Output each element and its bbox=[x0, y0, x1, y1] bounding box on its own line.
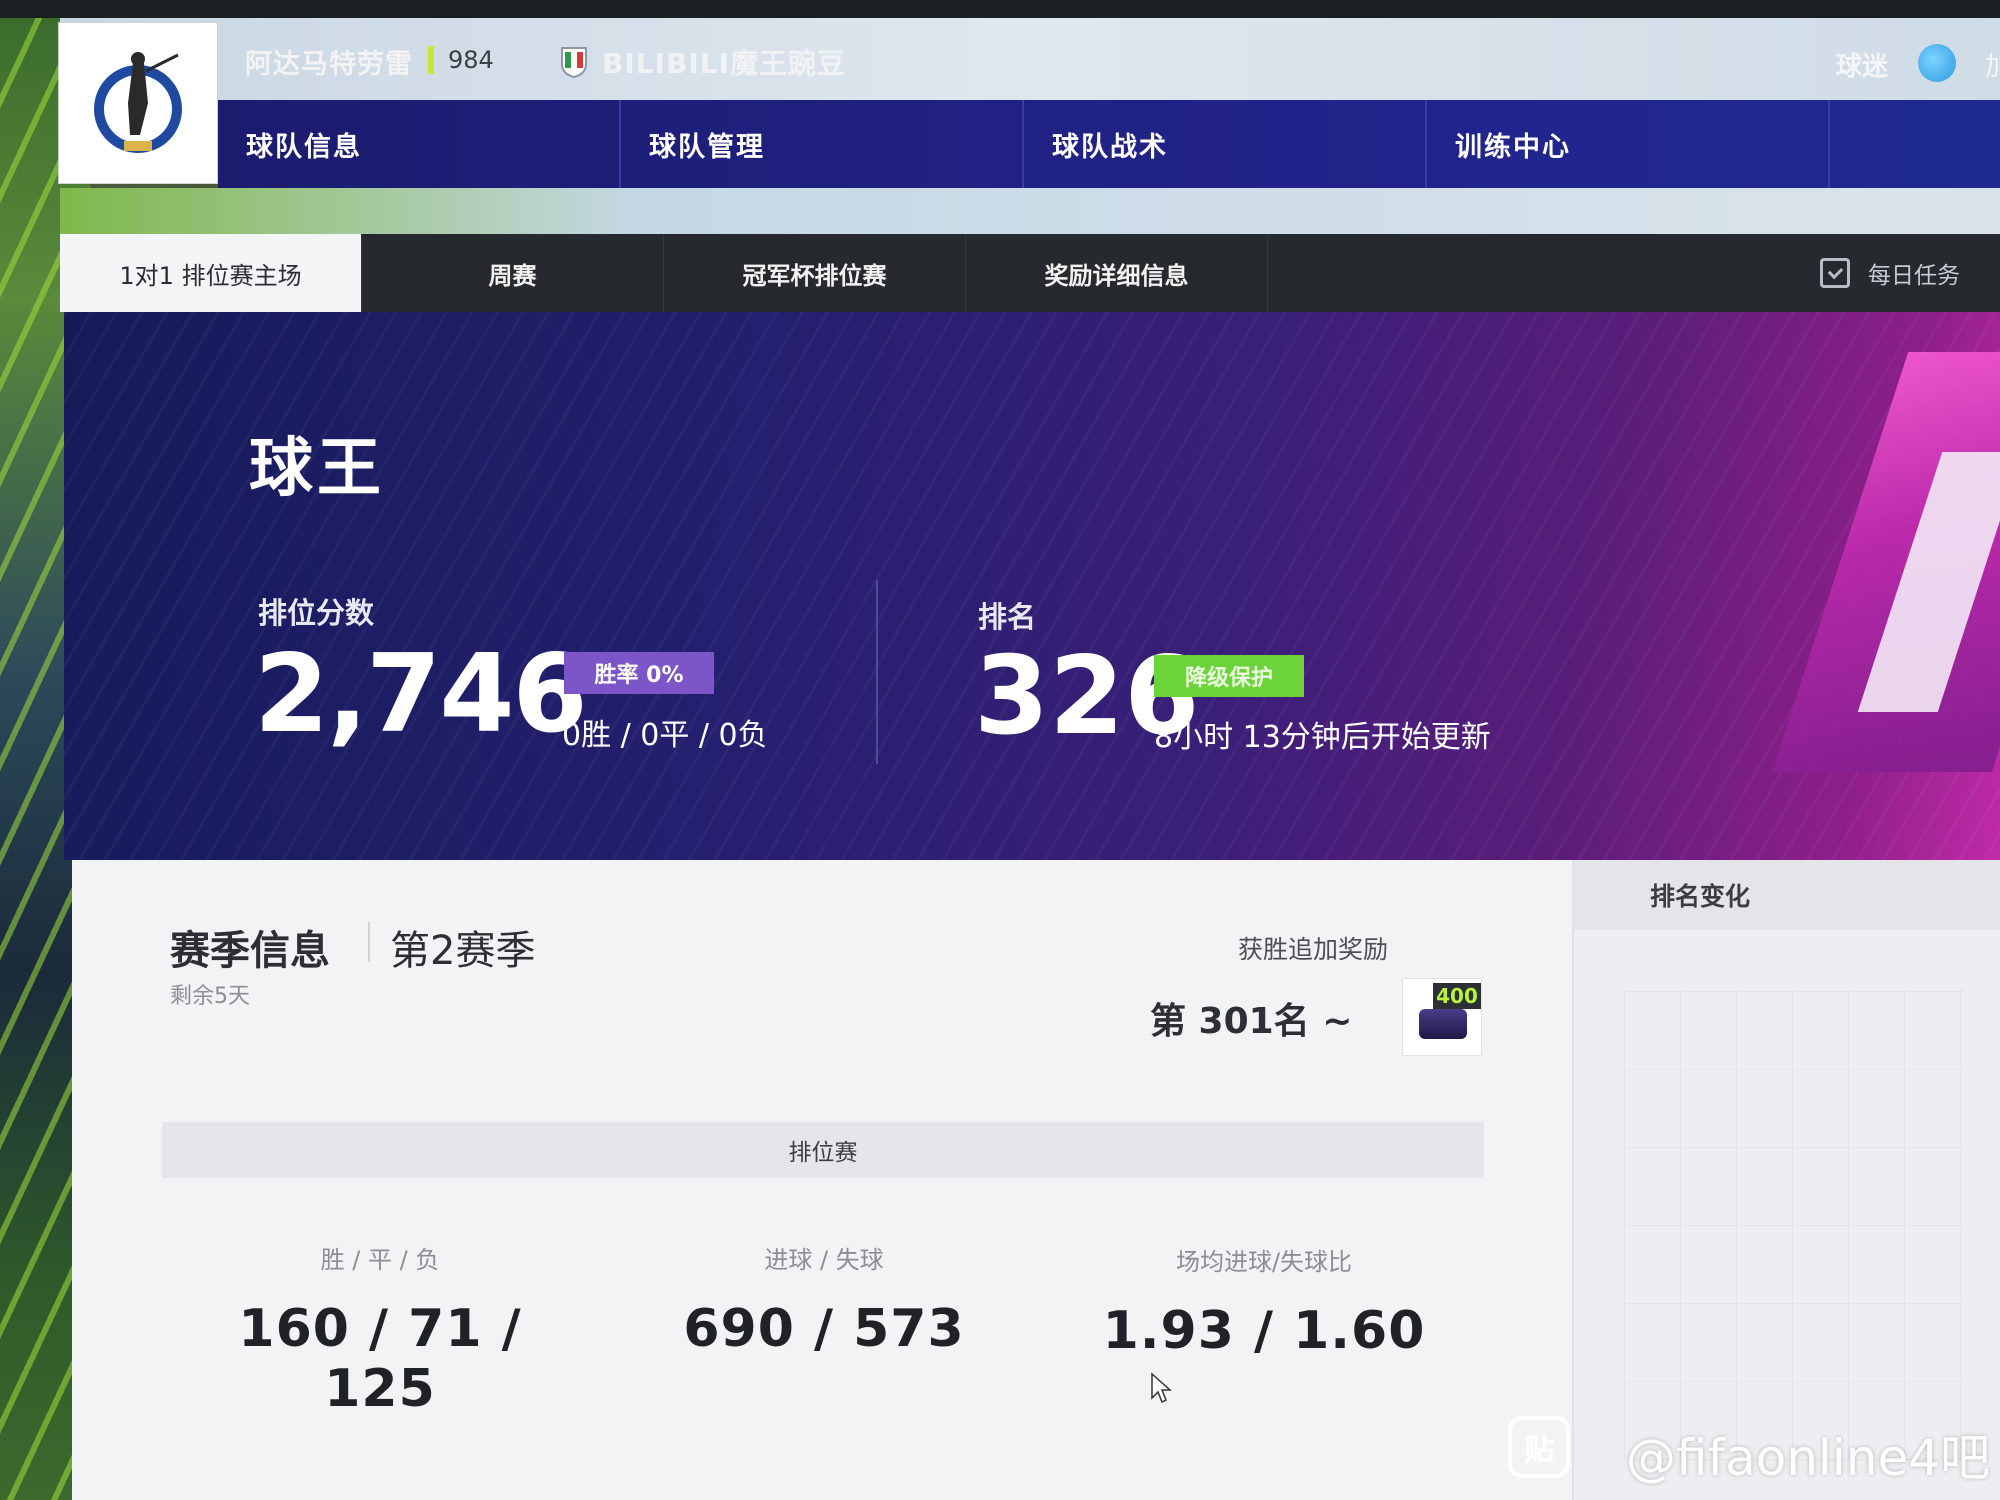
coin-icon bbox=[1419, 1009, 1467, 1039]
ranking-score-value: 2,746 bbox=[254, 632, 588, 757]
stat-win-draw-loss: 胜 / 平 / 负 160 / 71 / 125 bbox=[200, 1240, 560, 1419]
fans-label[interactable]: 球迷 bbox=[1836, 46, 1888, 83]
win-bonus-rank: 第 301名 ~ bbox=[1150, 1001, 1353, 1042]
daily-task-label: 每日任务 bbox=[1868, 263, 1960, 289]
season-record: 0胜 / 0平 / 0负 bbox=[562, 718, 768, 753]
relegation-protection-badge: 降级保护 bbox=[1154, 655, 1304, 697]
player-level: 984 bbox=[448, 46, 494, 74]
level-accent-bar bbox=[428, 46, 434, 74]
season-name: 第2赛季 bbox=[390, 928, 536, 974]
stat-label: 进球 / 失球 bbox=[764, 1246, 884, 1274]
rank-label: 排名 bbox=[978, 600, 1037, 634]
calendar-check-icon bbox=[1820, 258, 1850, 288]
stat-value: 160 / 71 / 125 bbox=[238, 1299, 522, 1419]
nav-training-center[interactable]: 训练中心 bbox=[1427, 100, 1830, 188]
tier-title: 球王 bbox=[249, 432, 385, 506]
daily-task-button[interactable]: 每日任务 bbox=[1820, 234, 1960, 312]
club-crest[interactable] bbox=[58, 22, 218, 184]
season-remaining-days: 剩余5天 bbox=[170, 984, 250, 1009]
main-nav: 球队信息 球队管理 球队战术 训练中心 bbox=[218, 100, 2000, 188]
stat-label: 胜 / 平 / 负 bbox=[320, 1246, 440, 1274]
team-name: BILIBILI魔王豌豆 bbox=[602, 47, 847, 80]
season-title-separator bbox=[368, 922, 370, 962]
nav-team-management[interactable]: 球队管理 bbox=[621, 100, 1024, 188]
stat-value: 1.93 / 1.60 bbox=[1102, 1301, 1426, 1361]
bonus-reward-icon[interactable]: 400 bbox=[1402, 978, 1482, 1056]
nav-team-info[interactable]: 球队信息 bbox=[218, 100, 621, 188]
fans-extra: 加 bbox=[1985, 52, 2000, 82]
watermark-text: @fifaonline4吧 bbox=[1626, 1429, 1991, 1487]
tab-reward-details[interactable]: 奖励详细信息 bbox=[966, 234, 1268, 312]
tab-weekly[interactable]: 周赛 bbox=[362, 234, 664, 312]
fans-smiley-icon[interactable] bbox=[1918, 44, 1956, 82]
win-bonus-label: 获胜追加奖励 bbox=[1238, 935, 1389, 964]
rank-hero-banner: 球王 排位分数 2,746 胜率 0% 0胜 / 0平 / 0负 排名 326 … bbox=[64, 312, 2000, 860]
hero-divider bbox=[876, 580, 878, 764]
rank-change-chart-grid bbox=[1624, 990, 1964, 1460]
rank-change-title: 排名变化 bbox=[1574, 860, 2000, 930]
nav-team-tactics[interactable]: 球队战术 bbox=[1024, 100, 1427, 188]
crest-icon bbox=[94, 52, 182, 153]
winrate-badge: 胜率 0% bbox=[564, 652, 714, 694]
rank-update-countdown: 8小时 13分钟后开始更新 bbox=[1154, 720, 1491, 755]
top-edge bbox=[0, 0, 2000, 18]
rank-change-panel: 排名变化 bbox=[1572, 860, 2000, 1500]
player-name: 阿达马特劳雷 bbox=[245, 49, 413, 80]
tieba-logo-icon: 贴 bbox=[1508, 1416, 1570, 1478]
season-info-title: 赛季信息 bbox=[170, 928, 330, 974]
tab-ranked-1v1-home[interactable]: 1对1 排位赛主场 bbox=[60, 234, 362, 312]
season-info-panel: 赛季信息 第2赛季 剩余5天 获胜追加奖励 第 301名 ~ 400 排位赛 胜… bbox=[72, 860, 1572, 1500]
stat-goals-for-against: 进球 / 失球 690 / 573 bbox=[644, 1240, 1004, 1359]
stat-avg-goals-ratio: 场均进球/失球比 1.93 / 1.60 bbox=[1084, 1242, 1444, 1361]
mouse-cursor-icon bbox=[1151, 1372, 1172, 1404]
italy-shield-icon bbox=[561, 47, 587, 78]
ranked-match-header: 排位赛 bbox=[162, 1122, 1484, 1178]
tab-champions-cup-ranked[interactable]: 冠军杯排位赛 bbox=[664, 234, 966, 312]
ranking-score-label: 排位分数 bbox=[258, 596, 375, 630]
bonus-amount: 400 bbox=[1433, 983, 1481, 1009]
stat-label: 场均进球/失球比 bbox=[1175, 1248, 1353, 1276]
sub-nav: 1对1 排位赛主场 周赛 冠军杯排位赛 奖励详细信息 每日任务 bbox=[60, 234, 2000, 312]
background-band bbox=[60, 188, 2000, 234]
stat-value: 690 / 573 bbox=[683, 1299, 965, 1359]
